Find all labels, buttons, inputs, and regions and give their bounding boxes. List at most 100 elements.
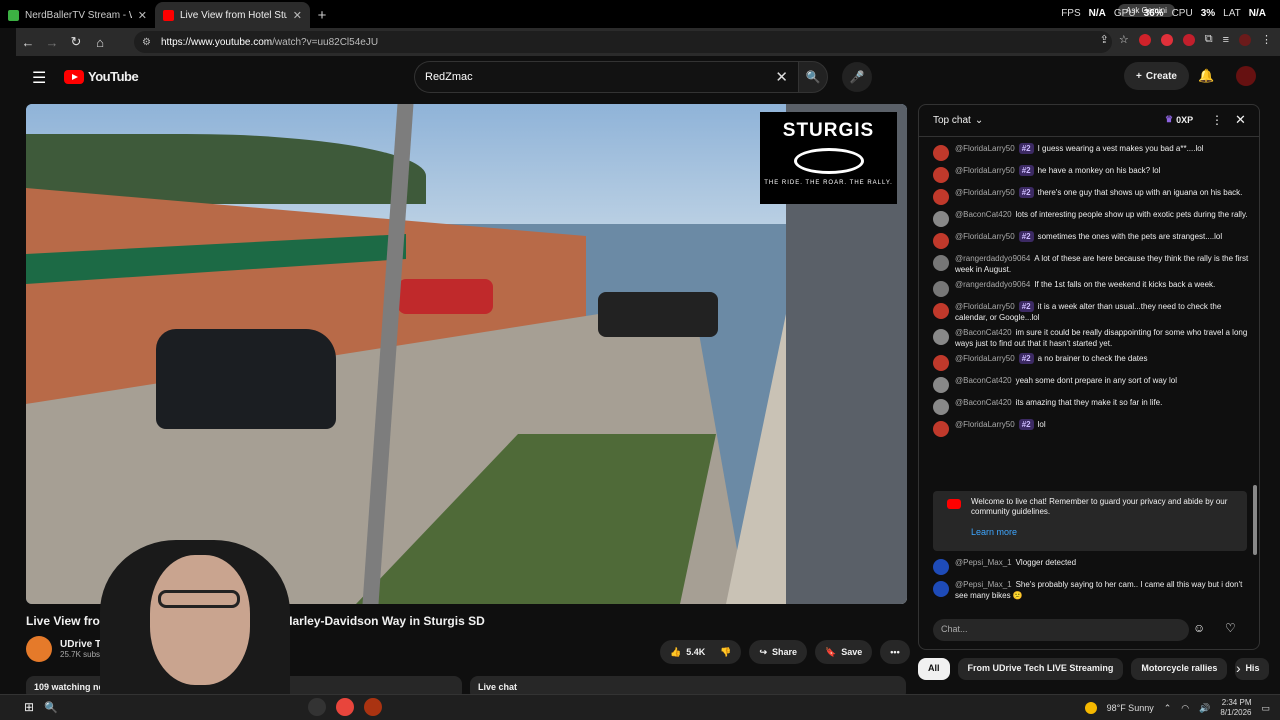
notifications-icon[interactable]: ▭ — [1261, 703, 1270, 714]
chat-avatar[interactable] — [933, 377, 949, 393]
save-button[interactable]: 🔖 Save — [815, 640, 873, 664]
profile-avatar-icon[interactable] — [1239, 33, 1251, 46]
tab-live-view[interactable]: Live View from Hotel Sturgis on ✕ — [155, 2, 310, 28]
chat-message[interactable]: @FloridaLarry50 #2 lol — [933, 419, 1249, 437]
chat-scrollbar[interactable] — [1253, 485, 1257, 555]
youtube-logo[interactable]: YouTube — [64, 69, 139, 84]
chat-avatar[interactable] — [933, 581, 949, 597]
chat-author[interactable]: @FloridaLarry50 — [955, 302, 1015, 311]
chat-message[interactable]: @Pepsi_Max_1 Vlogger detected — [933, 557, 1249, 575]
chat-author[interactable]: @FloridaLarry50 — [955, 232, 1015, 241]
emoji-icon[interactable]: ☺ — [1193, 621, 1205, 635]
chat-author[interactable]: @BaconCat420 — [955, 376, 1012, 385]
search-button[interactable]: 🔍 — [798, 61, 828, 93]
app-icon[interactable] — [363, 698, 382, 716]
chat-avatar[interactable] — [933, 399, 949, 415]
chat-author[interactable]: @FloridaLarry50 — [955, 354, 1015, 363]
clock[interactable]: 2:34 PM 8/1/2026 — [1220, 698, 1251, 718]
chat-avatar[interactable] — [933, 355, 949, 371]
chat-author[interactable]: @Pepsi_Max_1 — [955, 558, 1012, 567]
chat-avatar[interactable] — [933, 421, 949, 437]
chat-message[interactable]: @BaconCat420 lots of interesting people s… — [933, 209, 1249, 227]
chat-menu-icon[interactable]: ⋮ — [1211, 113, 1223, 127]
chevron-down-icon[interactable]: ⌄ — [975, 115, 983, 126]
like-button[interactable]: 👍 5.4K 👎 — [660, 640, 742, 664]
learn-more-link[interactable]: Learn more — [971, 527, 1239, 537]
chat-author[interactable]: @BaconCat420 — [955, 328, 1012, 337]
extension-red-icon[interactable] — [1138, 33, 1151, 46]
wifi-icon[interactable]: ◠ — [1181, 703, 1189, 714]
chat-avatar[interactable] — [933, 189, 949, 205]
chat-message[interactable]: @FloridaLarry50 #2 it is a week alter than… — [933, 301, 1249, 323]
chip-all[interactable]: All — [918, 658, 950, 680]
reload-icon[interactable]: ↻ — [64, 34, 88, 50]
chat-message[interactable]: @Pepsi_Max_1 She's probably saying to her… — [933, 579, 1249, 601]
chat-author[interactable]: @rangerdaddyo9064 — [955, 280, 1030, 289]
chat-message[interactable]: @BaconCat420 its amazing that they make i… — [933, 397, 1249, 415]
extension-pin-icon[interactable] — [1182, 33, 1195, 46]
chat-mode-dropdown[interactable]: Top chat — [933, 115, 971, 126]
more-actions-button[interactable]: ••• — [880, 640, 910, 664]
extension-adblock-icon[interactable] — [1160, 33, 1173, 46]
chat-message[interactable]: @rangerdaddyo9064 A lot of these are here… — [933, 253, 1249, 275]
browser-menu-icon[interactable]: ⋮ — [1261, 33, 1272, 46]
chat-avatar[interactable] — [933, 233, 949, 249]
new-tab-button[interactable]: + — [310, 2, 334, 28]
chat-author[interactable]: @FloridaLarry50 — [955, 188, 1015, 197]
chat-message[interactable]: @FloridaLarry50 #2 he have a monkey on his… — [933, 165, 1249, 183]
close-icon[interactable]: ✕ — [138, 9, 147, 22]
xp-badge[interactable]: ♛ 0XP — [1165, 114, 1193, 125]
clear-search-icon[interactable]: ✕ — [775, 68, 788, 86]
url-field[interactable]: ⚙ https://www.youtube.com/watch?v=uu82Cl… — [134, 31, 1112, 53]
share-button[interactable]: ↪ Share — [749, 640, 808, 664]
chat-author[interactable]: @FloridaLarry50 — [955, 166, 1015, 175]
close-icon[interactable]: ✕ — [293, 9, 302, 22]
heart-icon[interactable]: ♡ — [1225, 621, 1236, 635]
chevron-right-icon[interactable]: › — [1236, 660, 1241, 676]
extensions-puzzle-icon[interactable]: ⧉ — [1205, 33, 1213, 46]
chip-motorcycle-rallies[interactable]: Motorcycle rallies — [1131, 658, 1228, 680]
chat-message[interactable]: @FloridaLarry50 #2 sometimes the ones with… — [933, 231, 1249, 249]
chip-channel[interactable]: From UDrive Tech LIVE Streaming — [957, 658, 1124, 680]
forward-icon[interactable]: → — [40, 35, 64, 50]
search-input[interactable]: RedZmac ✕ — [414, 61, 798, 93]
volume-icon[interactable]: 🔊 — [1199, 703, 1210, 714]
chat-author[interactable]: @FloridaLarry50 — [955, 144, 1015, 153]
site-info-icon[interactable]: ⚙ — [142, 37, 151, 48]
chat-avatar[interactable] — [933, 281, 949, 297]
menu-icon[interactable]: ☰ — [32, 68, 46, 88]
obs-app-icon[interactable] — [307, 698, 326, 716]
dislike-icon[interactable]: 👎 — [720, 647, 731, 658]
chat-avatar[interactable] — [933, 167, 949, 183]
chat-message[interactable]: @FloridaLarry50 #2 there's one guy that sh… — [933, 187, 1249, 205]
weather-text[interactable]: 98°F Sunny — [1107, 703, 1154, 713]
taskbar-search-icon[interactable]: 🔍 — [44, 701, 58, 714]
voice-search-button[interactable]: 🎤 — [842, 62, 872, 92]
install-icon[interactable]: ⇪ — [1100, 33, 1109, 46]
chat-message[interactable]: @FloridaLarry50 #2 I guess wearing a vest … — [933, 143, 1249, 161]
chat-author[interactable]: @FloridaLarry50 — [955, 420, 1015, 429]
media-controls-icon[interactable]: ≡ — [1223, 34, 1229, 46]
windows-start-icon[interactable]: ⊞ — [24, 700, 34, 714]
tab-nerdballer[interactable]: NerdBallerTV Stream - Watch Li ✕ — [0, 2, 155, 28]
chat-message[interactable]: @rangerdaddyo9064 If the 1st falls on the… — [933, 279, 1249, 297]
channel-avatar[interactable] — [26, 636, 52, 662]
chat-message[interactable]: @BaconCat420 yeah some dont prepare in an… — [933, 375, 1249, 393]
chat-avatar[interactable] — [933, 255, 949, 271]
chat-author[interactable]: @BaconCat420 — [955, 398, 1012, 407]
chat-input[interactable]: Chat... — [933, 619, 1189, 641]
chat-author[interactable]: @Pepsi_Max_1 — [955, 580, 1012, 589]
notifications-bell-icon[interactable]: 🔔 — [1198, 68, 1214, 84]
chat-avatar[interactable] — [933, 559, 949, 575]
create-button[interactable]: + Create — [1124, 62, 1189, 90]
chat-message[interactable]: @FloridaLarry50 #2 a no brainer to check t… — [933, 353, 1249, 371]
tray-overflow-icon[interactable]: ⌃ — [1164, 703, 1172, 714]
chat-message[interactable]: @BaconCat420 im sure it could be really d… — [933, 327, 1249, 349]
chat-avatar[interactable] — [933, 211, 949, 227]
chat-avatar[interactable] — [933, 303, 949, 319]
chat-avatar[interactable] — [933, 329, 949, 345]
chrome-app-icon[interactable] — [335, 698, 354, 716]
account-avatar[interactable] — [1236, 66, 1256, 86]
close-chat-icon[interactable]: ✕ — [1235, 112, 1246, 128]
back-icon[interactable]: ← — [16, 35, 40, 50]
